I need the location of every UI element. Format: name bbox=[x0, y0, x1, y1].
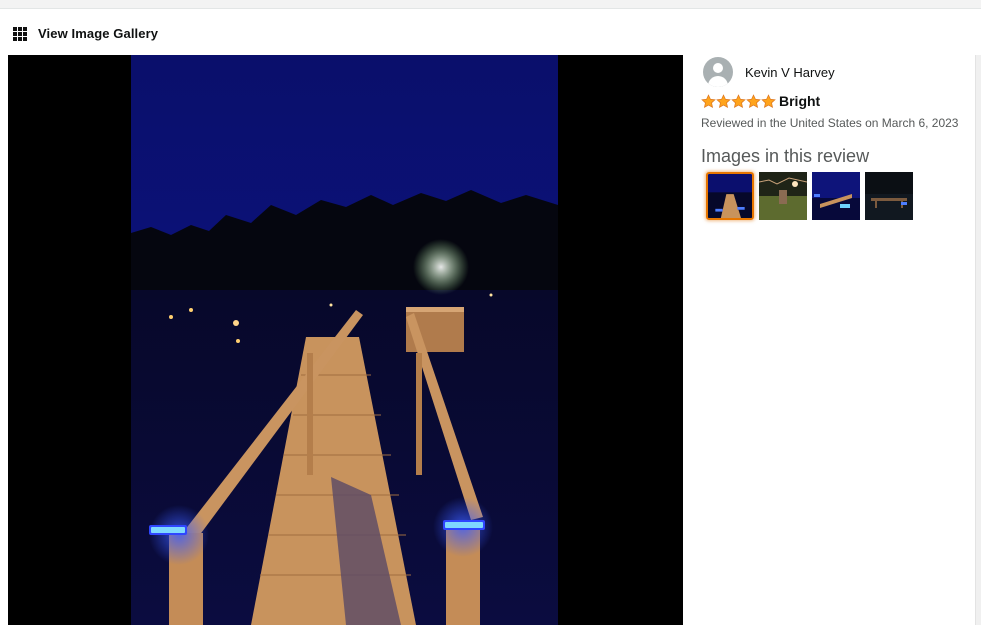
thumbnail-2[interactable] bbox=[759, 172, 807, 220]
star-icon bbox=[716, 93, 731, 108]
view-image-gallery-label[interactable]: View Image Gallery bbox=[38, 26, 158, 41]
reviewer-profile[interactable]: Kevin V Harvey bbox=[703, 57, 835, 87]
star-icon bbox=[761, 93, 776, 108]
star-icon bbox=[731, 93, 746, 108]
avatar-icon bbox=[703, 57, 733, 87]
star-rating[interactable] bbox=[701, 93, 776, 109]
review-photo[interactable] bbox=[131, 55, 558, 625]
review-date: Reviewed in the United States on March 6… bbox=[701, 116, 959, 130]
thumbnail-1[interactable] bbox=[706, 172, 754, 220]
thumbnail-3[interactable] bbox=[812, 172, 860, 220]
images-heading: Images in this review bbox=[701, 146, 870, 166]
star-icon bbox=[746, 93, 761, 108]
top-border bbox=[0, 0, 981, 9]
review-side-panel: Kevin V Harvey Bright Reviewed in the Un… bbox=[683, 55, 975, 625]
rating-row: Bright bbox=[701, 93, 820, 109]
thumbnail-strip bbox=[706, 172, 918, 220]
reviewer-name: Kevin V Harvey bbox=[745, 64, 835, 80]
grid-icon bbox=[13, 26, 27, 41]
thumbnail-4[interactable] bbox=[865, 172, 913, 220]
review-title[interactable]: Bright bbox=[779, 93, 820, 109]
star-icon bbox=[701, 93, 716, 108]
scrollbar[interactable] bbox=[975, 55, 981, 625]
view-image-gallery-link[interactable]: View Image Gallery bbox=[13, 26, 158, 41]
image-viewer bbox=[8, 55, 683, 625]
